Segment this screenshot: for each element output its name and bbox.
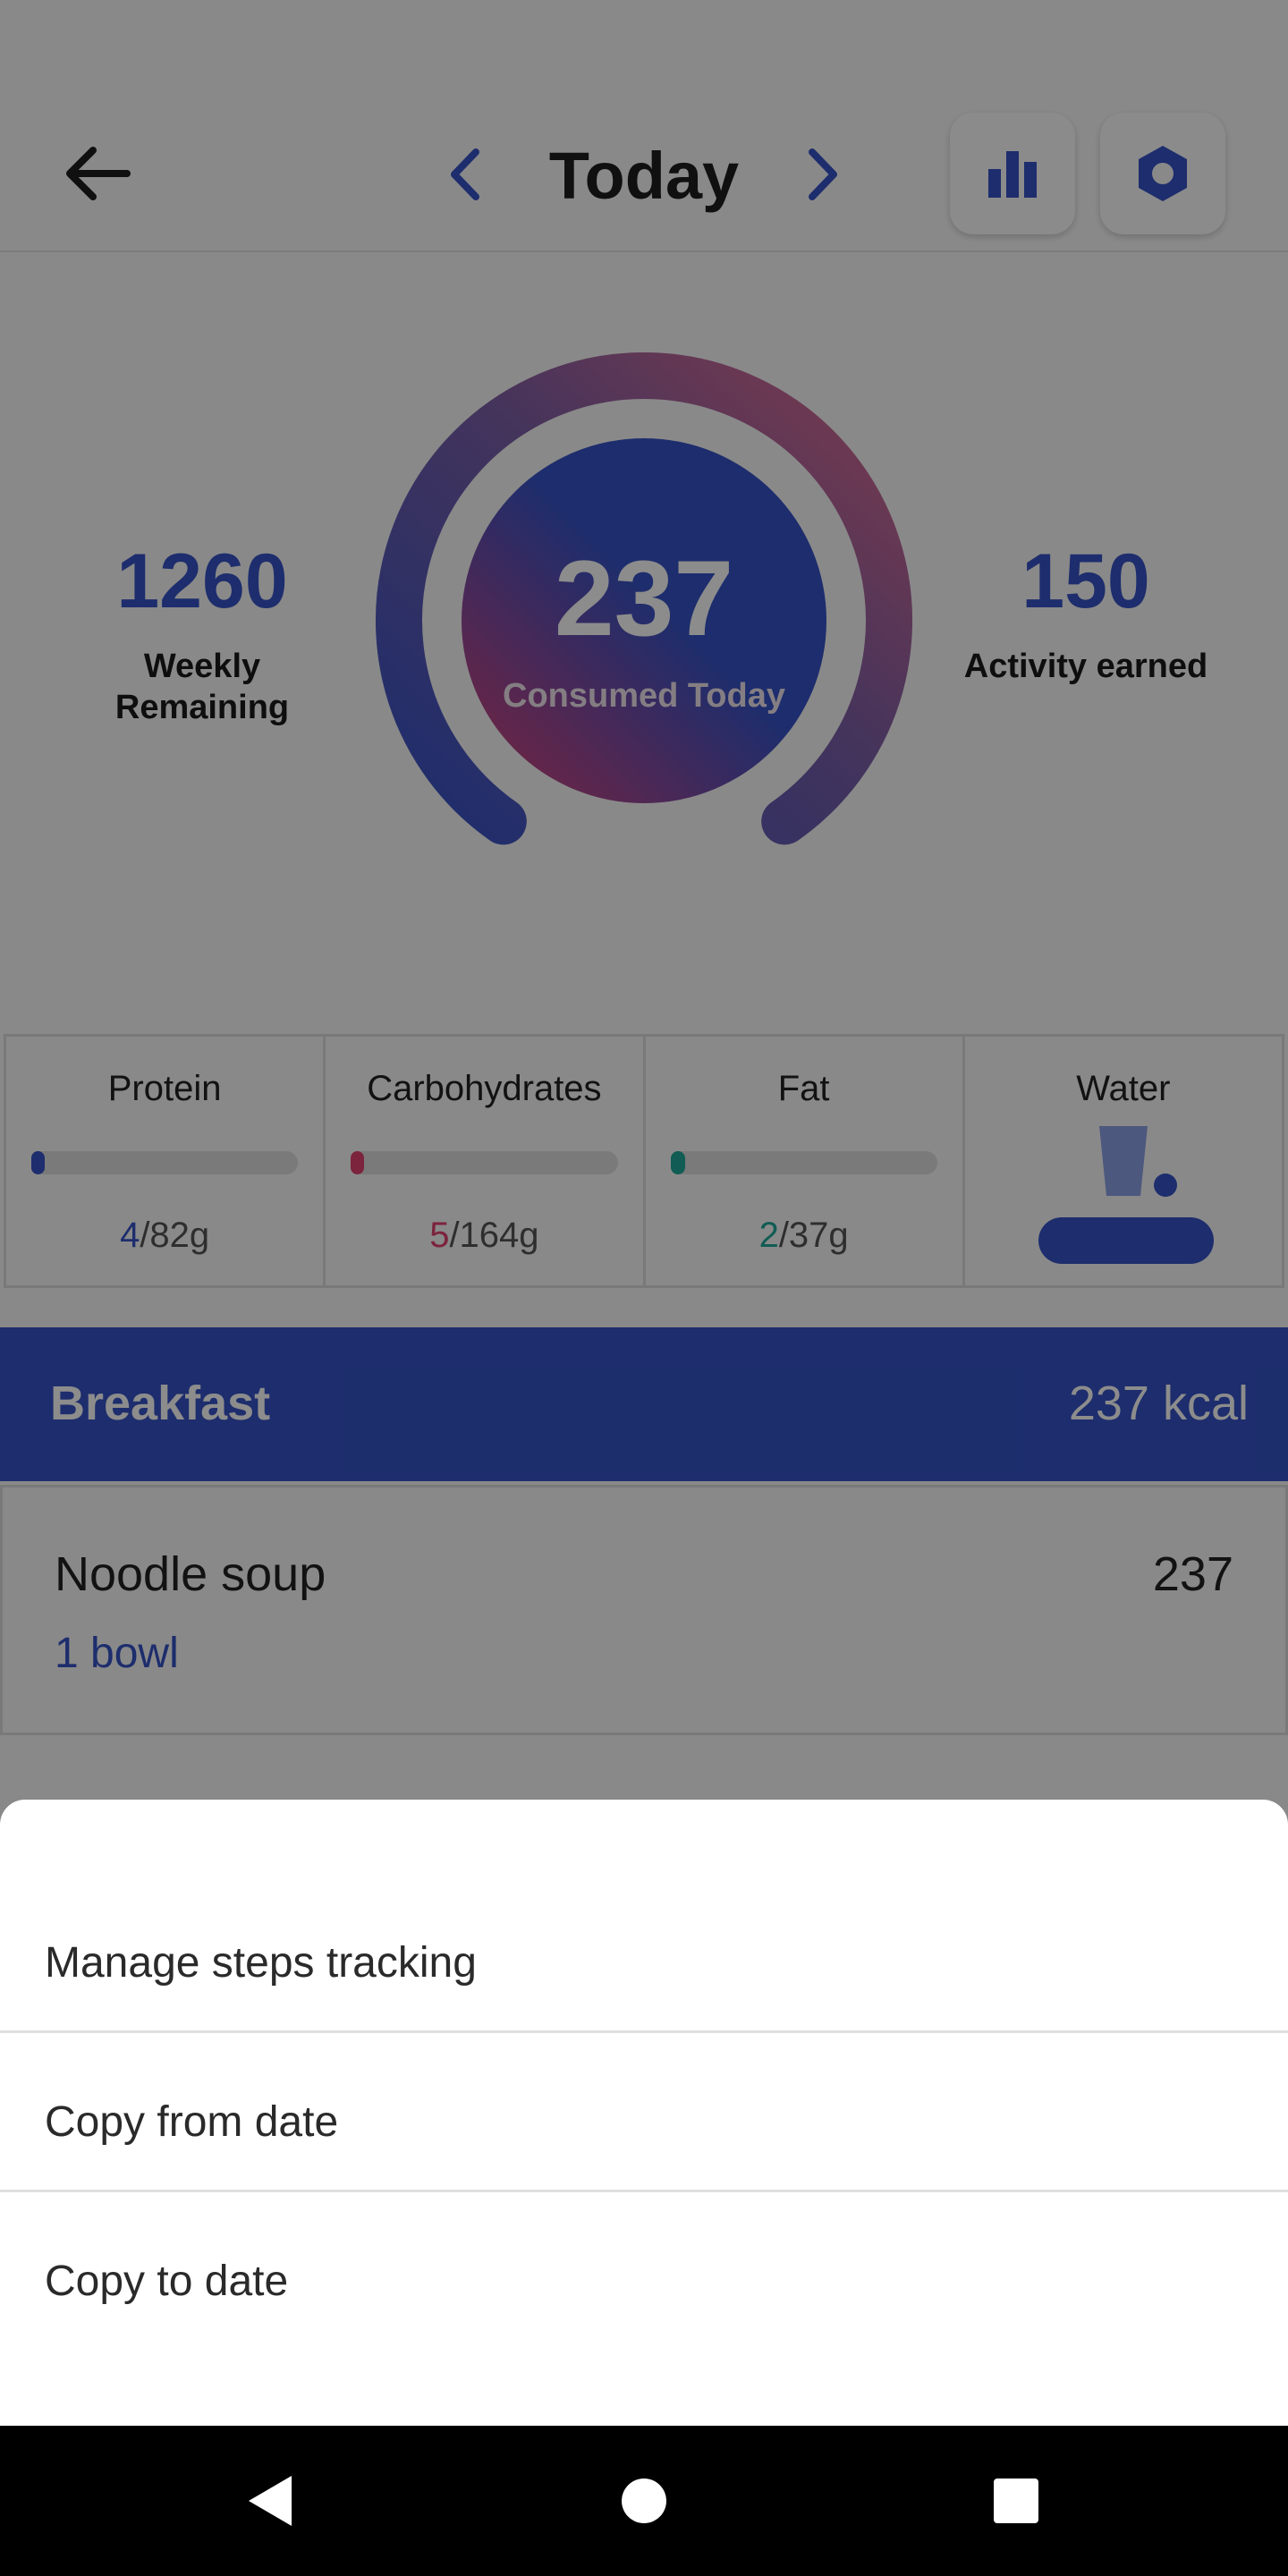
square-recents-icon <box>994 2479 1038 2523</box>
options-bottom-sheet: Manage steps tracking Copy from date Cop… <box>0 1800 1288 2426</box>
divider <box>0 2030 1288 2033</box>
menu-item-manage-steps-tracking[interactable]: Manage steps tracking <box>0 1884 1288 2041</box>
menu-item-copy-to-date[interactable]: Copy to date <box>0 2202 1288 2360</box>
menu-item-copy-from-date[interactable]: Copy from date <box>0 2043 1288 2200</box>
triangle-back-icon <box>249 2476 292 2526</box>
nav-home-button[interactable] <box>608 2465 680 2537</box>
divider <box>0 2190 1288 2192</box>
nav-recents-button[interactable] <box>980 2465 1052 2537</box>
circle-home-icon <box>622 2479 666 2523</box>
system-navigation-bar <box>0 2426 1288 2576</box>
nav-back-button[interactable] <box>234 2465 306 2537</box>
